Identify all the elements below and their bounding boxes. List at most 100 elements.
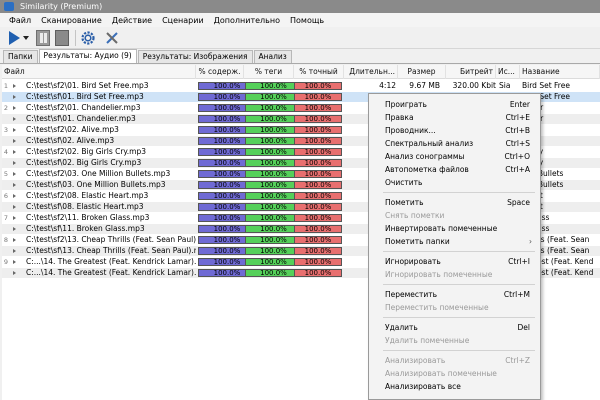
tab-folders[interactable]: Папки	[3, 50, 38, 63]
context-menu-item[interactable]: Анализ сонограммы Ctrl+O	[369, 150, 540, 163]
file-path: C:...\14. The Greatest (Feat. Kendrick L…	[26, 268, 196, 277]
expand-arrow-icon[interactable]	[13, 172, 16, 176]
file-path: C:\test\sf\13. Cheap Thrills (Feat. Sean…	[26, 246, 196, 255]
context-menu-item[interactable]: Спектральный анализ Ctrl+S	[369, 137, 540, 150]
size-cell: 9.67 MB	[409, 81, 440, 90]
context-menu-item[interactable]: Инвертировать помеченные	[369, 222, 540, 235]
expand-arrow-icon[interactable]	[13, 117, 16, 121]
context-menu: Проиграть Enter Правка Ctrl+E Проводник... Ct…	[368, 93, 541, 400]
context-menu-item[interactable]: Автопометка файлов Ctrl+A	[369, 163, 540, 176]
expand-arrow-icon[interactable]	[13, 106, 16, 110]
menu-item-label: Пометить папки	[385, 237, 450, 246]
gear-icon[interactable]	[80, 30, 96, 46]
menu-item-label: Анализ сонограммы	[385, 152, 465, 161]
tab-audio-results[interactable]: Результаты: Аудио (9)	[38, 49, 137, 63]
context-menu-item[interactable]: Проводник... Ctrl+B	[369, 124, 540, 137]
expand-arrow-icon[interactable]	[13, 249, 16, 253]
context-menu-item[interactable]: Пометить папки ›	[369, 235, 540, 248]
col-header-duration[interactable]: Длительн...	[344, 65, 398, 79]
tab-analysis[interactable]: Анализ	[253, 50, 292, 63]
expand-arrow-icon[interactable]	[13, 260, 16, 264]
menu-item-label: Переместить	[385, 290, 438, 299]
menu-file[interactable]: Файл	[4, 16, 36, 25]
context-menu-item[interactable]: Пометить Space	[369, 196, 540, 209]
table-row[interactable]: 1 C:\test\sf2\01. Bird Set Free.mp3 100.0%…	[2, 81, 600, 91]
context-menu-item: Анализировать помеченные	[369, 367, 540, 380]
col-header-artist[interactable]: Ис...	[496, 65, 520, 79]
col-header-bitrate[interactable]: Битрейт	[446, 65, 496, 79]
col-header-exact[interactable]: % точный	[294, 65, 344, 79]
menu-item-shortcut: Ctrl+S	[505, 139, 530, 148]
file-path: C:\test\sf2\08. Elastic Heart.mp3	[26, 191, 149, 200]
context-menu-item[interactable]: Удалить Del	[369, 321, 540, 334]
group-number	[2, 136, 10, 146]
context-menu-item[interactable]: Очистить	[369, 176, 540, 189]
expand-arrow-icon[interactable]	[13, 238, 16, 242]
expand-arrow-icon[interactable]	[13, 194, 16, 198]
exact-match-bar: 100.0%	[294, 148, 342, 156]
menu-item-label: Игнорировать помеченные	[385, 270, 493, 279]
expand-arrow-icon[interactable]	[13, 161, 16, 165]
col-header-file[interactable]: Файл	[2, 65, 196, 79]
context-menu-item: Анализировать Ctrl+Z	[369, 354, 540, 367]
table-header: Файл % содерж. % теги % точный Длительн.…	[2, 65, 600, 79]
play-icon[interactable]	[9, 31, 20, 45]
menu-scan[interactable]: Сканирование	[36, 16, 107, 25]
menu-item-label: Инвертировать помеченные	[385, 224, 498, 233]
context-menu-item[interactable]: Переместить Ctrl+M	[369, 288, 540, 301]
expand-arrow-icon[interactable]	[13, 271, 16, 275]
file-path: C:\test\sf2\03. One Million Bullets.mp3	[26, 169, 171, 178]
file-path: C:\test\sf2\01. Bird Set Free.mp3	[26, 81, 149, 90]
context-menu-item: Игнорировать помеченные	[369, 268, 540, 281]
menu-action[interactable]: Действие	[107, 16, 157, 25]
expand-arrow-icon[interactable]	[13, 216, 16, 220]
context-menu-item[interactable]: Игнорировать Ctrl+I	[369, 255, 540, 268]
title-bar: Similarity (Premium)	[0, 0, 600, 13]
file-path: C:\test\sf\03. One Million Bullets.mp3	[26, 180, 166, 189]
menu-help[interactable]: Помощь	[285, 16, 329, 25]
menu-item-label: Удалить помеченные	[385, 336, 470, 345]
group-number: 7	[3, 214, 9, 222]
group-number: 3	[3, 126, 9, 134]
exact-match-bar: 100.0%	[294, 82, 342, 90]
context-menu-item[interactable]: Правка Ctrl+E	[369, 111, 540, 124]
menu-bar: Файл Сканирование Действие Сценарии Допо…	[0, 13, 600, 27]
file-path: C:\test\sf\02. Alive.mp3	[26, 136, 115, 145]
group-number	[2, 268, 10, 278]
col-header-tags[interactable]: % теги	[244, 65, 294, 79]
menu-scenarios[interactable]: Сценарии	[157, 16, 209, 25]
col-header-content[interactable]: % содерж.	[196, 65, 244, 79]
context-menu-item: Переместить помеченные	[369, 301, 540, 314]
expand-arrow-icon[interactable]	[13, 227, 16, 231]
stop-icon[interactable]	[55, 30, 69, 46]
menu-divider	[383, 251, 535, 252]
submenu-arrow-icon: ›	[529, 237, 532, 246]
group-number: 8	[3, 236, 9, 244]
menu-divider	[383, 192, 535, 193]
col-header-size[interactable]: Размер	[398, 65, 446, 79]
exact-match-bar: 100.0%	[294, 159, 342, 167]
exact-match-bar: 100.0%	[294, 225, 342, 233]
expand-arrow-icon[interactable]	[13, 183, 16, 187]
tab-strip: Папки Результаты: Аудио (9) Результаты: …	[0, 49, 600, 64]
expand-arrow-icon[interactable]	[13, 205, 16, 209]
expand-arrow-icon[interactable]	[13, 128, 16, 132]
expand-arrow-icon[interactable]	[13, 84, 16, 88]
menu-advanced[interactable]: Дополнительно	[209, 16, 285, 25]
file-path: C:\test\sf2\02. Big Girls Cry.mp3	[26, 147, 147, 156]
context-menu-item[interactable]: Проиграть Enter	[369, 98, 540, 111]
file-path: C:\test\sf2\02. Alive.mp3	[26, 125, 119, 134]
expand-arrow-icon[interactable]	[13, 150, 16, 154]
col-header-name[interactable]: Название	[520, 65, 600, 79]
pause-icon[interactable]	[36, 30, 50, 46]
toolbar	[0, 27, 600, 49]
expand-arrow-icon[interactable]	[13, 95, 16, 99]
context-menu-item[interactable]: Анализировать все	[369, 380, 540, 393]
dropdown-arrow-icon[interactable]	[23, 36, 29, 40]
menu-item-shortcut: Ctrl+A	[505, 165, 530, 174]
expand-arrow-icon[interactable]	[13, 139, 16, 143]
tools-icon[interactable]	[104, 30, 120, 46]
tab-image-results[interactable]: Результаты: Изображения	[137, 50, 253, 63]
menu-item-label: Очистить	[385, 178, 423, 187]
menu-item-label: Анализировать	[385, 356, 446, 365]
